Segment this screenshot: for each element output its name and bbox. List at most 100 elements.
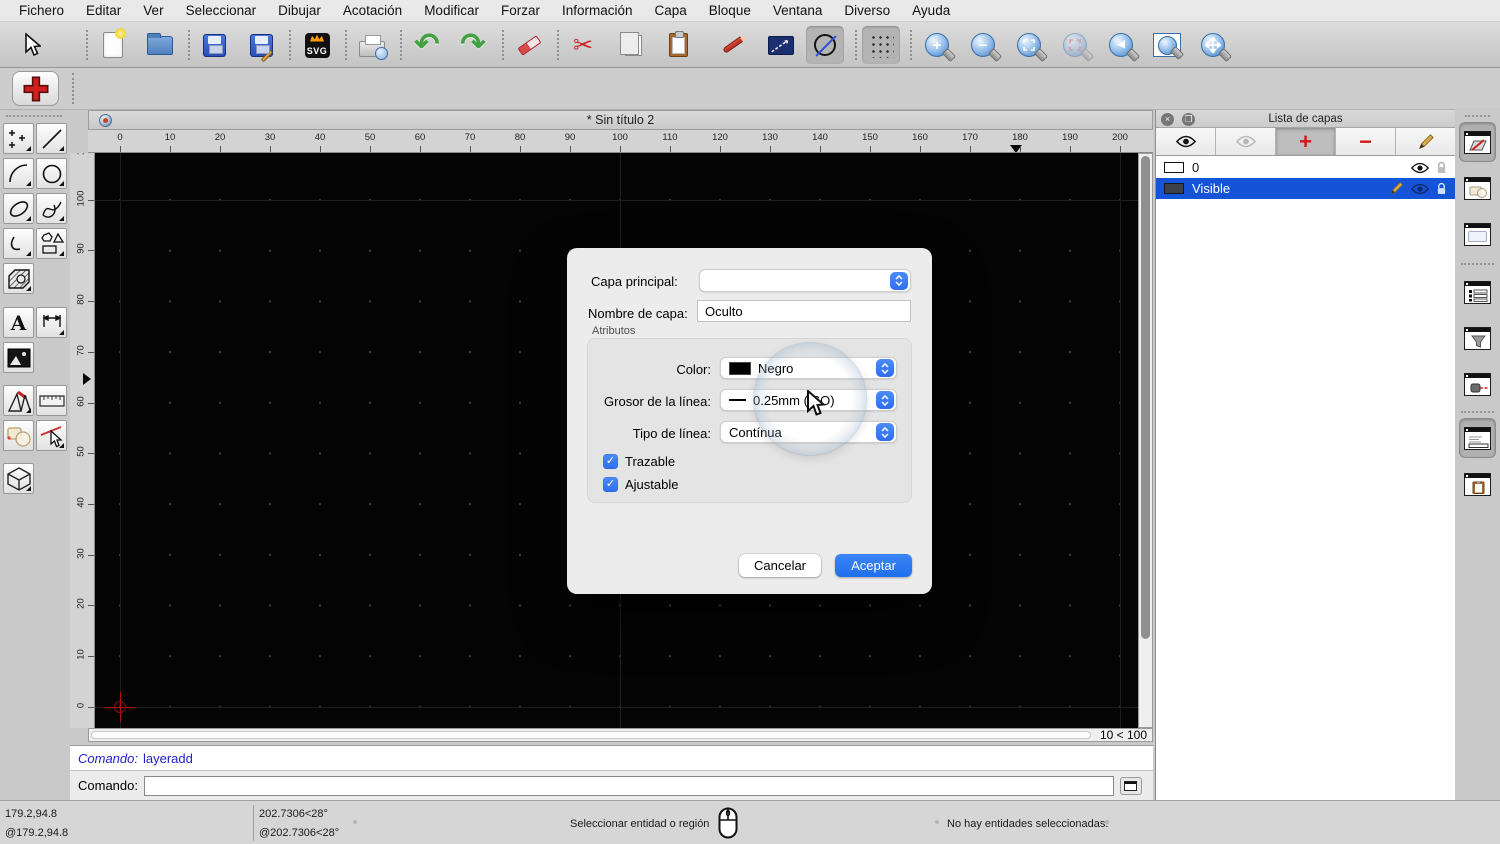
export-svg-button[interactable]: SVG	[301, 29, 333, 61]
layer-row-visible[interactable]: Visible	[1156, 178, 1455, 199]
cad-tools-button[interactable]	[3, 385, 34, 416]
plottable-checkbox[interactable]: ✓	[603, 453, 618, 469]
layer-edit-icon[interactable]	[1389, 181, 1404, 196]
paste-button[interactable]	[662, 29, 694, 61]
accept-button[interactable]: Aceptar	[835, 554, 912, 577]
menu-ver[interactable]: Ver	[132, 3, 174, 18]
menu-acotacion[interactable]: Acotación	[332, 3, 413, 18]
menu-modificar[interactable]: Modificar	[413, 3, 490, 18]
pen-button[interactable]	[717, 29, 749, 61]
vertical-scrollbar[interactable]	[1138, 153, 1153, 728]
redo-button[interactable]: ↷	[457, 29, 489, 61]
circle-tool-button[interactable]	[36, 158, 67, 189]
zoom-previous-button[interactable]: ◀	[1105, 29, 1137, 61]
horizontal-scrollbar-thumb[interactable]	[91, 731, 1091, 739]
points-tool-button[interactable]	[3, 123, 34, 154]
grid-toggle-button[interactable]	[862, 26, 900, 64]
image-tool-button[interactable]	[3, 342, 34, 373]
remove-layer-button[interactable]: −	[1336, 128, 1396, 155]
zoom-in-button[interactable]: +	[921, 29, 953, 61]
layer-panel-title: Lista de capas	[1268, 112, 1343, 125]
polyline-tool-button[interactable]	[3, 228, 34, 259]
layer-lock-icon[interactable]	[1436, 161, 1447, 175]
text-tool-button[interactable]: A	[3, 307, 34, 338]
block-3d-button[interactable]	[3, 463, 34, 494]
save-as-button[interactable]	[245, 29, 277, 62]
parent-layer-select[interactable]	[699, 269, 911, 292]
separator	[855, 30, 857, 60]
dock-entity-list-button[interactable]	[1459, 272, 1496, 312]
color-select[interactable]: Negro	[720, 357, 897, 379]
polygon-tool-button[interactable]	[36, 228, 67, 259]
dimension-tool-button[interactable]	[36, 307, 67, 338]
command-input[interactable]	[143, 775, 1114, 796]
ellipse-tool-button[interactable]	[3, 193, 34, 224]
menu-ventana[interactable]: Ventana	[762, 3, 834, 18]
line-width-select[interactable]: 0.25mm (ISO)	[720, 389, 897, 411]
toolbar-handle[interactable]	[1465, 115, 1490, 117]
dock-clipboard-button[interactable]	[1459, 464, 1496, 504]
copy-button[interactable]	[614, 29, 646, 61]
spline-tool-button[interactable]	[36, 193, 67, 224]
modify-tool-button[interactable]	[3, 420, 34, 451]
print-preview-button[interactable]	[356, 29, 388, 61]
dock-layer-list-button[interactable]	[1459, 122, 1496, 162]
vertical-scrollbar-thumb[interactable]	[1141, 156, 1150, 639]
menu-ayuda[interactable]: Ayuda	[901, 3, 961, 18]
adjustable-checkbox[interactable]: ✓	[603, 476, 618, 492]
menu-forzar[interactable]: Forzar	[490, 3, 551, 18]
cancel-button[interactable]: Cancelar	[739, 554, 821, 577]
zoom-auto-button[interactable]	[1013, 29, 1045, 61]
arc-tool-button[interactable]	[3, 158, 34, 189]
menu-editar[interactable]: Editar	[75, 3, 132, 18]
menu-dibujar[interactable]: Dibujar	[267, 3, 332, 18]
detach-command-window-button[interactable]	[1119, 776, 1142, 795]
save-button[interactable]	[198, 29, 230, 61]
dock-library-browser-button[interactable]	[1459, 214, 1496, 254]
hatch-tool-button[interactable]	[3, 263, 34, 294]
zoom-out-button[interactable]: −	[967, 29, 999, 61]
line-preview-button[interactable]	[765, 29, 797, 61]
measure-tool-button[interactable]	[36, 385, 67, 416]
open-file-button[interactable]	[144, 29, 176, 61]
line-tool-button[interactable]	[36, 123, 67, 154]
new-file-button[interactable]	[97, 28, 129, 61]
dock-block-list-button[interactable]	[1459, 168, 1496, 208]
zoom-selected-button[interactable]	[1059, 29, 1091, 61]
menu-bloque[interactable]: Bloque	[698, 3, 762, 18]
float-panel-icon[interactable]: ❐	[1182, 112, 1195, 126]
select-tool-button[interactable]	[36, 420, 67, 451]
dock-pen-palette-button[interactable]	[1459, 364, 1496, 404]
toolbar-handle[interactable]	[6, 115, 62, 117]
dock-selection-filter-button[interactable]	[1459, 318, 1496, 358]
adjustable-checkbox-row[interactable]: ✓ Ajustable	[603, 475, 678, 493]
layer-lock-icon[interactable]	[1436, 182, 1447, 196]
hide-all-layers-button[interactable]	[1216, 128, 1276, 155]
delete-button[interactable]	[513, 29, 545, 61]
menu-capa[interactable]: Capa	[644, 3, 698, 18]
zoom-window-button[interactable]	[1151, 29, 1183, 61]
undo-button[interactable]: ↶	[411, 29, 443, 61]
plottable-checkbox-row[interactable]: ✓ Trazable	[603, 452, 675, 470]
layer-row-0[interactable]: 0	[1156, 157, 1455, 178]
menu-seleccionar[interactable]: Seleccionar	[175, 3, 268, 18]
menu-informacion[interactable]: Información	[551, 3, 644, 18]
add-layer-button[interactable]: +	[1276, 128, 1336, 155]
add-entity-button[interactable]	[12, 71, 59, 106]
pointer-tool-button[interactable]	[16, 29, 48, 61]
layer-visible-icon[interactable]	[1411, 162, 1429, 174]
close-icon[interactable]: ×	[1161, 112, 1174, 126]
draft-mode-button[interactable]	[806, 26, 844, 64]
menu-diverso[interactable]: Diverso	[833, 3, 901, 18]
dock-command-line-button[interactable]	[1459, 418, 1496, 458]
line-type-select[interactable]: Contínua	[720, 421, 897, 443]
show-all-layers-button[interactable]	[1156, 128, 1216, 155]
document-titlebar[interactable]: * Sin título 2	[88, 110, 1153, 130]
zoom-pan-button[interactable]	[1197, 29, 1229, 61]
cut-button[interactable]: ✂	[567, 29, 599, 61]
horizontal-scrollbar[interactable]: 10 < 100	[88, 728, 1153, 742]
menu-fichero[interactable]: Fichero	[8, 3, 75, 18]
edit-layer-button[interactable]	[1396, 128, 1455, 155]
layer-visible-icon[interactable]	[1411, 183, 1429, 195]
layer-name-input[interactable]: Oculto	[697, 300, 911, 322]
